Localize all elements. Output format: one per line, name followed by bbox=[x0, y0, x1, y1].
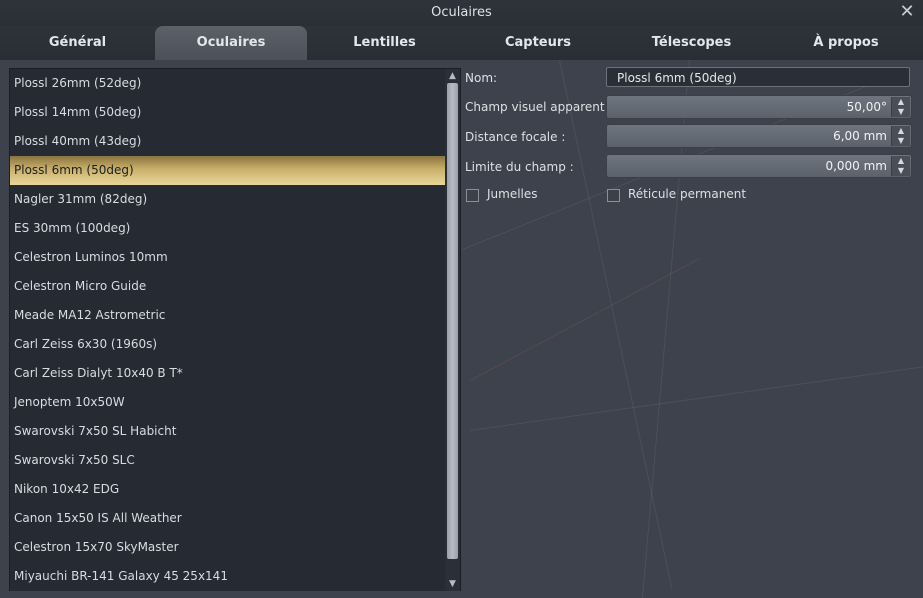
list-item[interactable]: Celestron 15x70 SkyMaster bbox=[10, 533, 460, 562]
list-item[interactable]: Plossl 6mm (50deg) bbox=[10, 156, 460, 185]
chevron-down-icon[interactable]: ▼ bbox=[892, 166, 910, 176]
list-scrollbar[interactable]: ▲ ▼ bbox=[445, 69, 460, 591]
reticle-checkbox[interactable] bbox=[607, 189, 620, 202]
binoculars-label: Jumelles bbox=[487, 187, 538, 201]
tab-telescopes[interactable]: Télescopes bbox=[614, 26, 769, 60]
scroll-thumb[interactable] bbox=[447, 83, 458, 559]
chevron-down-icon[interactable]: ▼ bbox=[892, 136, 910, 146]
list-item[interactable]: Swarovski 7x50 SLC bbox=[10, 446, 460, 475]
list-item[interactable]: Nagler 31mm (82deg) bbox=[10, 185, 460, 214]
fieldstop-spinbox[interactable]: 0,000 mm ▲ ▼ bbox=[606, 154, 912, 178]
tab-general[interactable]: Général bbox=[0, 26, 155, 60]
list-item[interactable]: Canon 15x50 IS All Weather bbox=[10, 504, 460, 533]
fieldstop-label: Limite du champ : bbox=[465, 160, 574, 174]
list-item[interactable]: Celestron Luminos 10mm bbox=[10, 243, 460, 272]
fov-spinbox[interactable]: 50,00° ▲ ▼ bbox=[606, 95, 912, 119]
fov-label: Champ visuel apparent : bbox=[465, 100, 613, 114]
scroll-down-icon[interactable]: ▼ bbox=[445, 577, 460, 591]
tab-about[interactable]: À propos bbox=[769, 26, 923, 60]
list-item[interactable]: Miyauchi BR-141 Galaxy 45 25x141 bbox=[10, 562, 460, 591]
eyepiece-list[interactable]: Plossl 26mm (52deg) Plossl 14mm (50deg) Pl… bbox=[9, 68, 461, 591]
chevron-up-icon[interactable]: ▲ bbox=[892, 97, 910, 107]
list-item[interactable]: Celestron Micro Guide bbox=[10, 272, 460, 301]
reticle-label: Réticule permanent bbox=[628, 187, 747, 201]
close-icon[interactable]: ✕ bbox=[897, 2, 917, 22]
tab-eyepieces[interactable]: Oculaires bbox=[155, 26, 307, 60]
list-item[interactable]: Nikon 10x42 EDG bbox=[10, 475, 460, 504]
fov-value[interactable]: 50,00° bbox=[847, 96, 887, 118]
focal-spinbox[interactable]: 6,00 mm ▲ ▼ bbox=[606, 124, 912, 148]
window-title: Oculaires bbox=[431, 5, 492, 20]
focal-label: Distance focale : bbox=[465, 130, 566, 144]
chevron-up-icon[interactable]: ▲ bbox=[892, 126, 910, 136]
name-field[interactable]: Plossl 6mm (50deg) bbox=[606, 67, 910, 87]
list-item[interactable]: Plossl 40mm (43deg) bbox=[10, 127, 460, 156]
fieldstop-value[interactable]: 0,000 mm bbox=[825, 155, 887, 177]
name-label: Nom: bbox=[465, 71, 498, 85]
binoculars-checkbox[interactable] bbox=[466, 189, 479, 202]
focal-value[interactable]: 6,00 mm bbox=[833, 125, 887, 147]
list-item[interactable]: Plossl 26mm (52deg) bbox=[10, 69, 460, 98]
list-item[interactable]: Meade MA12 Astrometric bbox=[10, 301, 460, 330]
tab-sensors[interactable]: Capteurs bbox=[462, 26, 614, 60]
focal-stepper[interactable]: ▲ ▼ bbox=[891, 126, 910, 146]
tab-bar: Général Oculaires Lentilles Capteurs Tél… bbox=[0, 26, 923, 60]
fov-stepper[interactable]: ▲ ▼ bbox=[891, 97, 910, 117]
chevron-up-icon[interactable]: ▲ bbox=[892, 156, 910, 166]
tab-lenses[interactable]: Lentilles bbox=[307, 26, 462, 60]
list-item[interactable]: Jenoptem 10x50W bbox=[10, 388, 460, 417]
list-item[interactable]: Carl Zeiss Dialyt 10x40 B T* bbox=[10, 359, 460, 388]
chevron-down-icon[interactable]: ▼ bbox=[892, 107, 910, 117]
list-item[interactable]: Swarovski 7x50 SL Habicht bbox=[10, 417, 460, 446]
list-item[interactable]: Plossl 14mm (50deg) bbox=[10, 98, 460, 127]
fieldstop-stepper[interactable]: ▲ ▼ bbox=[891, 156, 910, 176]
scroll-up-icon[interactable]: ▲ bbox=[445, 69, 460, 83]
list-item[interactable]: ES 30mm (100deg) bbox=[10, 214, 460, 243]
window-titlebar: Oculaires ✕ bbox=[0, 0, 923, 26]
list-item[interactable]: Carl Zeiss 6x30 (1960s) bbox=[10, 330, 460, 359]
